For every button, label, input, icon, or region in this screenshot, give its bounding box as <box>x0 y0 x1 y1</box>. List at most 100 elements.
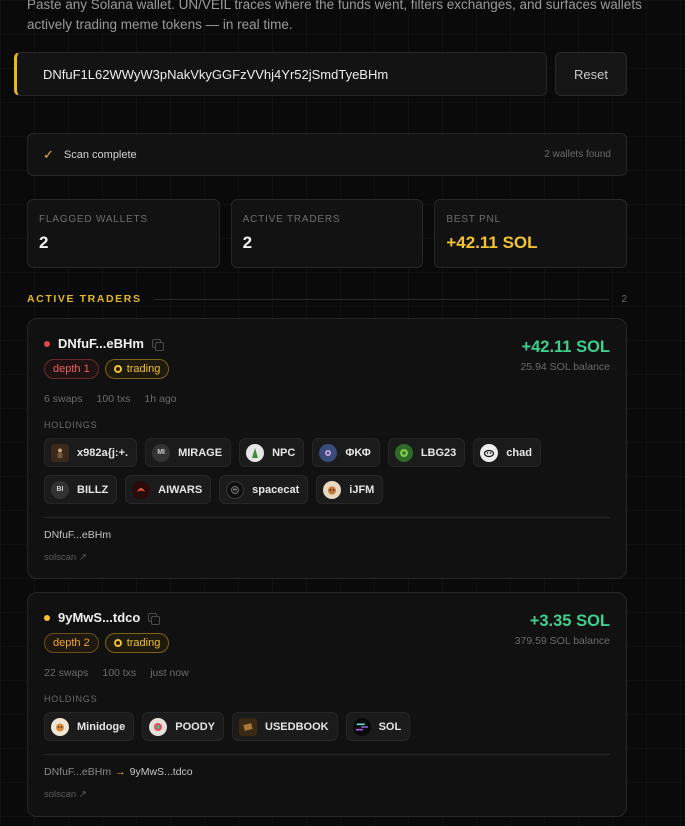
phi-icon <box>319 443 338 462</box>
section-divider <box>153 298 610 300</box>
token-chip[interactable]: BI BILLZ <box>44 475 118 504</box>
holdings-list: Minidoge POODY USEDBOOK SOL <box>44 712 614 741</box>
stats-row: Flagged wallets 2 Active traders 2 Best … <box>27 199 628 268</box>
wallet-card: DNfuF...eBHm depth 1 trading +42.11 SOL … <box>27 318 627 579</box>
depth-badge: depth 2 <box>44 633 99 653</box>
mirage-icon: MI <box>152 443 171 462</box>
txs-count: 100 txs <box>102 667 137 679</box>
token-chip[interactable]: POODY <box>142 712 225 741</box>
last-seen: 1h ago <box>144 393 177 405</box>
txs-count: 100 txs <box>96 393 131 405</box>
token-chip[interactable]: USEDBOOK <box>232 712 338 741</box>
holdings-label: HOLDINGS <box>44 694 98 704</box>
card-divider <box>44 517 610 518</box>
token-chip[interactable]: iJFM <box>316 475 384 504</box>
pnl-amount: +42.11 SOL <box>521 338 610 356</box>
arrow-right-icon: → <box>115 766 126 778</box>
card-divider <box>44 754 610 755</box>
copy-icon[interactable] <box>151 339 164 351</box>
token-chip[interactable]: LBG23 <box>387 438 466 467</box>
trading-label: trading <box>126 363 161 375</box>
active-traders-header: ACTIVE TRADERS 2 <box>27 292 627 306</box>
token-name: LBG23 <box>420 446 457 459</box>
stat-value: 2 <box>39 233 49 252</box>
token-chip[interactable]: NPC <box>239 438 305 467</box>
path-wallet[interactable]: 9yMwS...tdco <box>130 766 193 778</box>
aiwars-icon <box>132 480 151 499</box>
copy-icon[interactable] <box>148 613 161 625</box>
depth-badge: depth 1 <box>44 359 99 379</box>
token-name: BILLZ <box>77 483 109 496</box>
token-name: USEDBOOK <box>265 720 329 733</box>
stat-active-traders: Active traders 2 <box>230 199 424 268</box>
trace-path: DNfuF...eBHm <box>44 529 111 541</box>
section-count: 2 <box>621 293 627 305</box>
solscan-link[interactable]: solscan ↗ <box>44 552 87 563</box>
token-chip[interactable]: MI MIRAGE <box>145 438 232 467</box>
sol-balance: 25.94 SOL balance <box>520 361 610 373</box>
book-icon <box>239 717 258 736</box>
minidoge-icon <box>51 717 69 736</box>
trading-ring-icon <box>113 639 122 647</box>
ijfm-icon <box>323 480 342 499</box>
section-title: ACTIVE TRADERS <box>27 293 142 305</box>
token-chip[interactable]: spacecat <box>219 475 309 504</box>
reset-button[interactable]: Reset <box>555 52 627 96</box>
last-seen: just now <box>150 667 189 679</box>
intro-text: Paste any Solana wallet. UN/VEIL traces … <box>27 0 642 32</box>
poody-icon <box>149 717 168 736</box>
lbg-icon <box>394 443 413 462</box>
solscan-link[interactable]: solscan ↗ <box>44 789 87 800</box>
token-name: POODY <box>175 720 216 733</box>
trading-badge: trading <box>104 359 170 379</box>
token-name: MIRAGE <box>178 446 223 459</box>
token-name: SOL <box>378 720 402 733</box>
npc-icon <box>246 443 265 462</box>
billz-icon: BI <box>51 480 69 499</box>
address-row: Reset <box>14 52 627 96</box>
wallet-name[interactable]: 9yMwS...tdco <box>58 610 140 625</box>
address-input[interactable] <box>43 66 546 82</box>
trading-label: trading <box>126 637 161 649</box>
status-dot <box>44 340 50 347</box>
scan-status: ✓ Scan complete 2 wallets found <box>27 133 627 176</box>
address-field[interactable] <box>14 52 547 96</box>
stat-value: +42.11 SOL <box>446 233 538 252</box>
token-chip[interactable]: chad <box>473 438 541 467</box>
stat-label: Best PnL <box>446 214 501 225</box>
trace-path: DNfuF...eBHm → 9yMwS...tdco <box>44 766 193 778</box>
stat-value: 2 <box>242 233 253 252</box>
swaps-count: 22 swaps <box>44 667 89 679</box>
token-name: spacecat <box>252 483 300 496</box>
wallet-name[interactable]: DNfuF...eBHm <box>58 336 144 351</box>
check-icon: ✓ <box>43 146 54 162</box>
token-name: chad <box>506 446 532 459</box>
token-chip[interactable]: AIWARS <box>125 475 212 504</box>
token-chip[interactable]: Minidoge <box>44 712 135 741</box>
wallets-found-count: 2 wallets found <box>544 149 611 160</box>
chad-icon <box>480 443 499 462</box>
token-chip[interactable]: ΦΚΦ <box>312 438 380 467</box>
token-name: ΦΚΦ <box>345 446 371 459</box>
sol-icon <box>352 717 371 736</box>
path-wallet[interactable]: DNfuF...eBHm <box>44 529 111 541</box>
wallet-card: 9yMwS...tdco depth 2 trading +3.35 SOL 3… <box>27 592 627 817</box>
sol-balance: 379.59 SOL balance <box>514 635 610 647</box>
holdings-label: HOLDINGS <box>44 420 98 430</box>
token-name: iJFM <box>349 483 375 496</box>
token-chip[interactable]: x982a{j:+. <box>44 438 138 467</box>
spacecat-icon <box>226 480 245 499</box>
stat-best-pnl: Best PnL +42.11 SOL <box>434 199 628 268</box>
token-name: x982a{j:+. <box>77 446 129 459</box>
token-name: AIWARS <box>158 483 203 496</box>
trading-badge: trading <box>104 633 170 653</box>
dark-figure-icon <box>51 443 69 462</box>
path-wallet[interactable]: DNfuF...eBHm <box>44 766 111 778</box>
token-chip[interactable]: SOL <box>345 712 411 741</box>
token-name: NPC <box>272 446 296 459</box>
status-text: Scan complete <box>63 148 137 161</box>
holdings-list: x982a{j:+. MI MIRAGE NPC ΦΚΦ LBG23 chad … <box>44 438 614 504</box>
stat-label: Active traders <box>242 214 341 225</box>
status-dot <box>44 614 50 621</box>
trading-ring-icon <box>113 365 122 373</box>
